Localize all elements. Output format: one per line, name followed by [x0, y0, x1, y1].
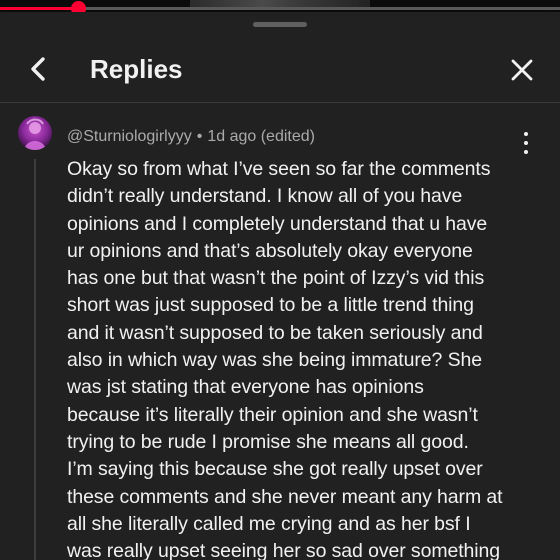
sheet-drag-handle[interactable]: [253, 22, 307, 27]
comment-text-line: opinions and I completely understand tha…: [67, 212, 488, 235]
chevron-left-icon: [31, 57, 45, 81]
comment-text-line: these comments and she never meant any h…: [67, 485, 503, 508]
comment-author[interactable]: @Sturniologirlyyy: [67, 128, 192, 145]
comment-text-line: and it wasn’t supposed to be taken serio…: [67, 321, 483, 344]
more-options-button[interactable]: [515, 131, 537, 157]
video-player-strip[interactable]: [0, 0, 560, 16]
progress-bar[interactable]: [0, 1, 560, 16]
comment-text-line: was jst stating that everyone has opinio…: [67, 376, 424, 399]
meta-separator: •: [196, 128, 203, 145]
comment-text: Okay so from what I’ve seen so far the c…: [67, 156, 537, 560]
comment: @Sturniologirlyyy • 1d ago (edited) Okay s…: [0, 103, 560, 560]
avatar[interactable]: [18, 116, 52, 150]
comment-text-line: because it’s literally their opinion and…: [67, 403, 478, 426]
comment-text-line: Okay so from what I’ve seen so far the c…: [67, 158, 491, 180]
replies-sheet: Replies @Sturniologirlyyy • 1d ago (edited…: [0, 12, 560, 560]
comment-text-line: I’m saying this because she got really u…: [67, 458, 483, 481]
comment-text-line: didn’t really understand. I know all of …: [67, 185, 463, 208]
replies-header: Replies: [0, 40, 560, 102]
progress-fill: [0, 7, 79, 10]
comment-timestamp: 1d ago (edited): [207, 128, 315, 145]
replies-screen: Replies @Sturniologirlyyy • 1d ago (edited…: [0, 0, 560, 560]
comment-text-line: also in which way was she being immature…: [67, 349, 482, 372]
comment-text-line: was really upset seeing her so sad over …: [67, 540, 501, 560]
avatar-image: [24, 118, 46, 150]
close-icon: [511, 59, 533, 81]
comment-meta: @Sturniologirlyyy • 1d ago (edited): [67, 127, 315, 147]
back-button[interactable]: [22, 52, 56, 86]
thread-line: [34, 159, 36, 560]
comment-text-line: short was just supposed to be a little t…: [67, 294, 474, 317]
comment-text-line: trying to be rude I promise she means al…: [67, 430, 469, 453]
comment-text-line: all she literally called me crying and a…: [67, 512, 471, 535]
comment-text-line: has one but that wasn’t the point of Izz…: [67, 267, 485, 290]
page-title: Replies: [90, 54, 183, 84]
close-button[interactable]: [506, 54, 538, 86]
comment-text-line: ur opinions and that’s absolutely okay e…: [67, 239, 473, 262]
